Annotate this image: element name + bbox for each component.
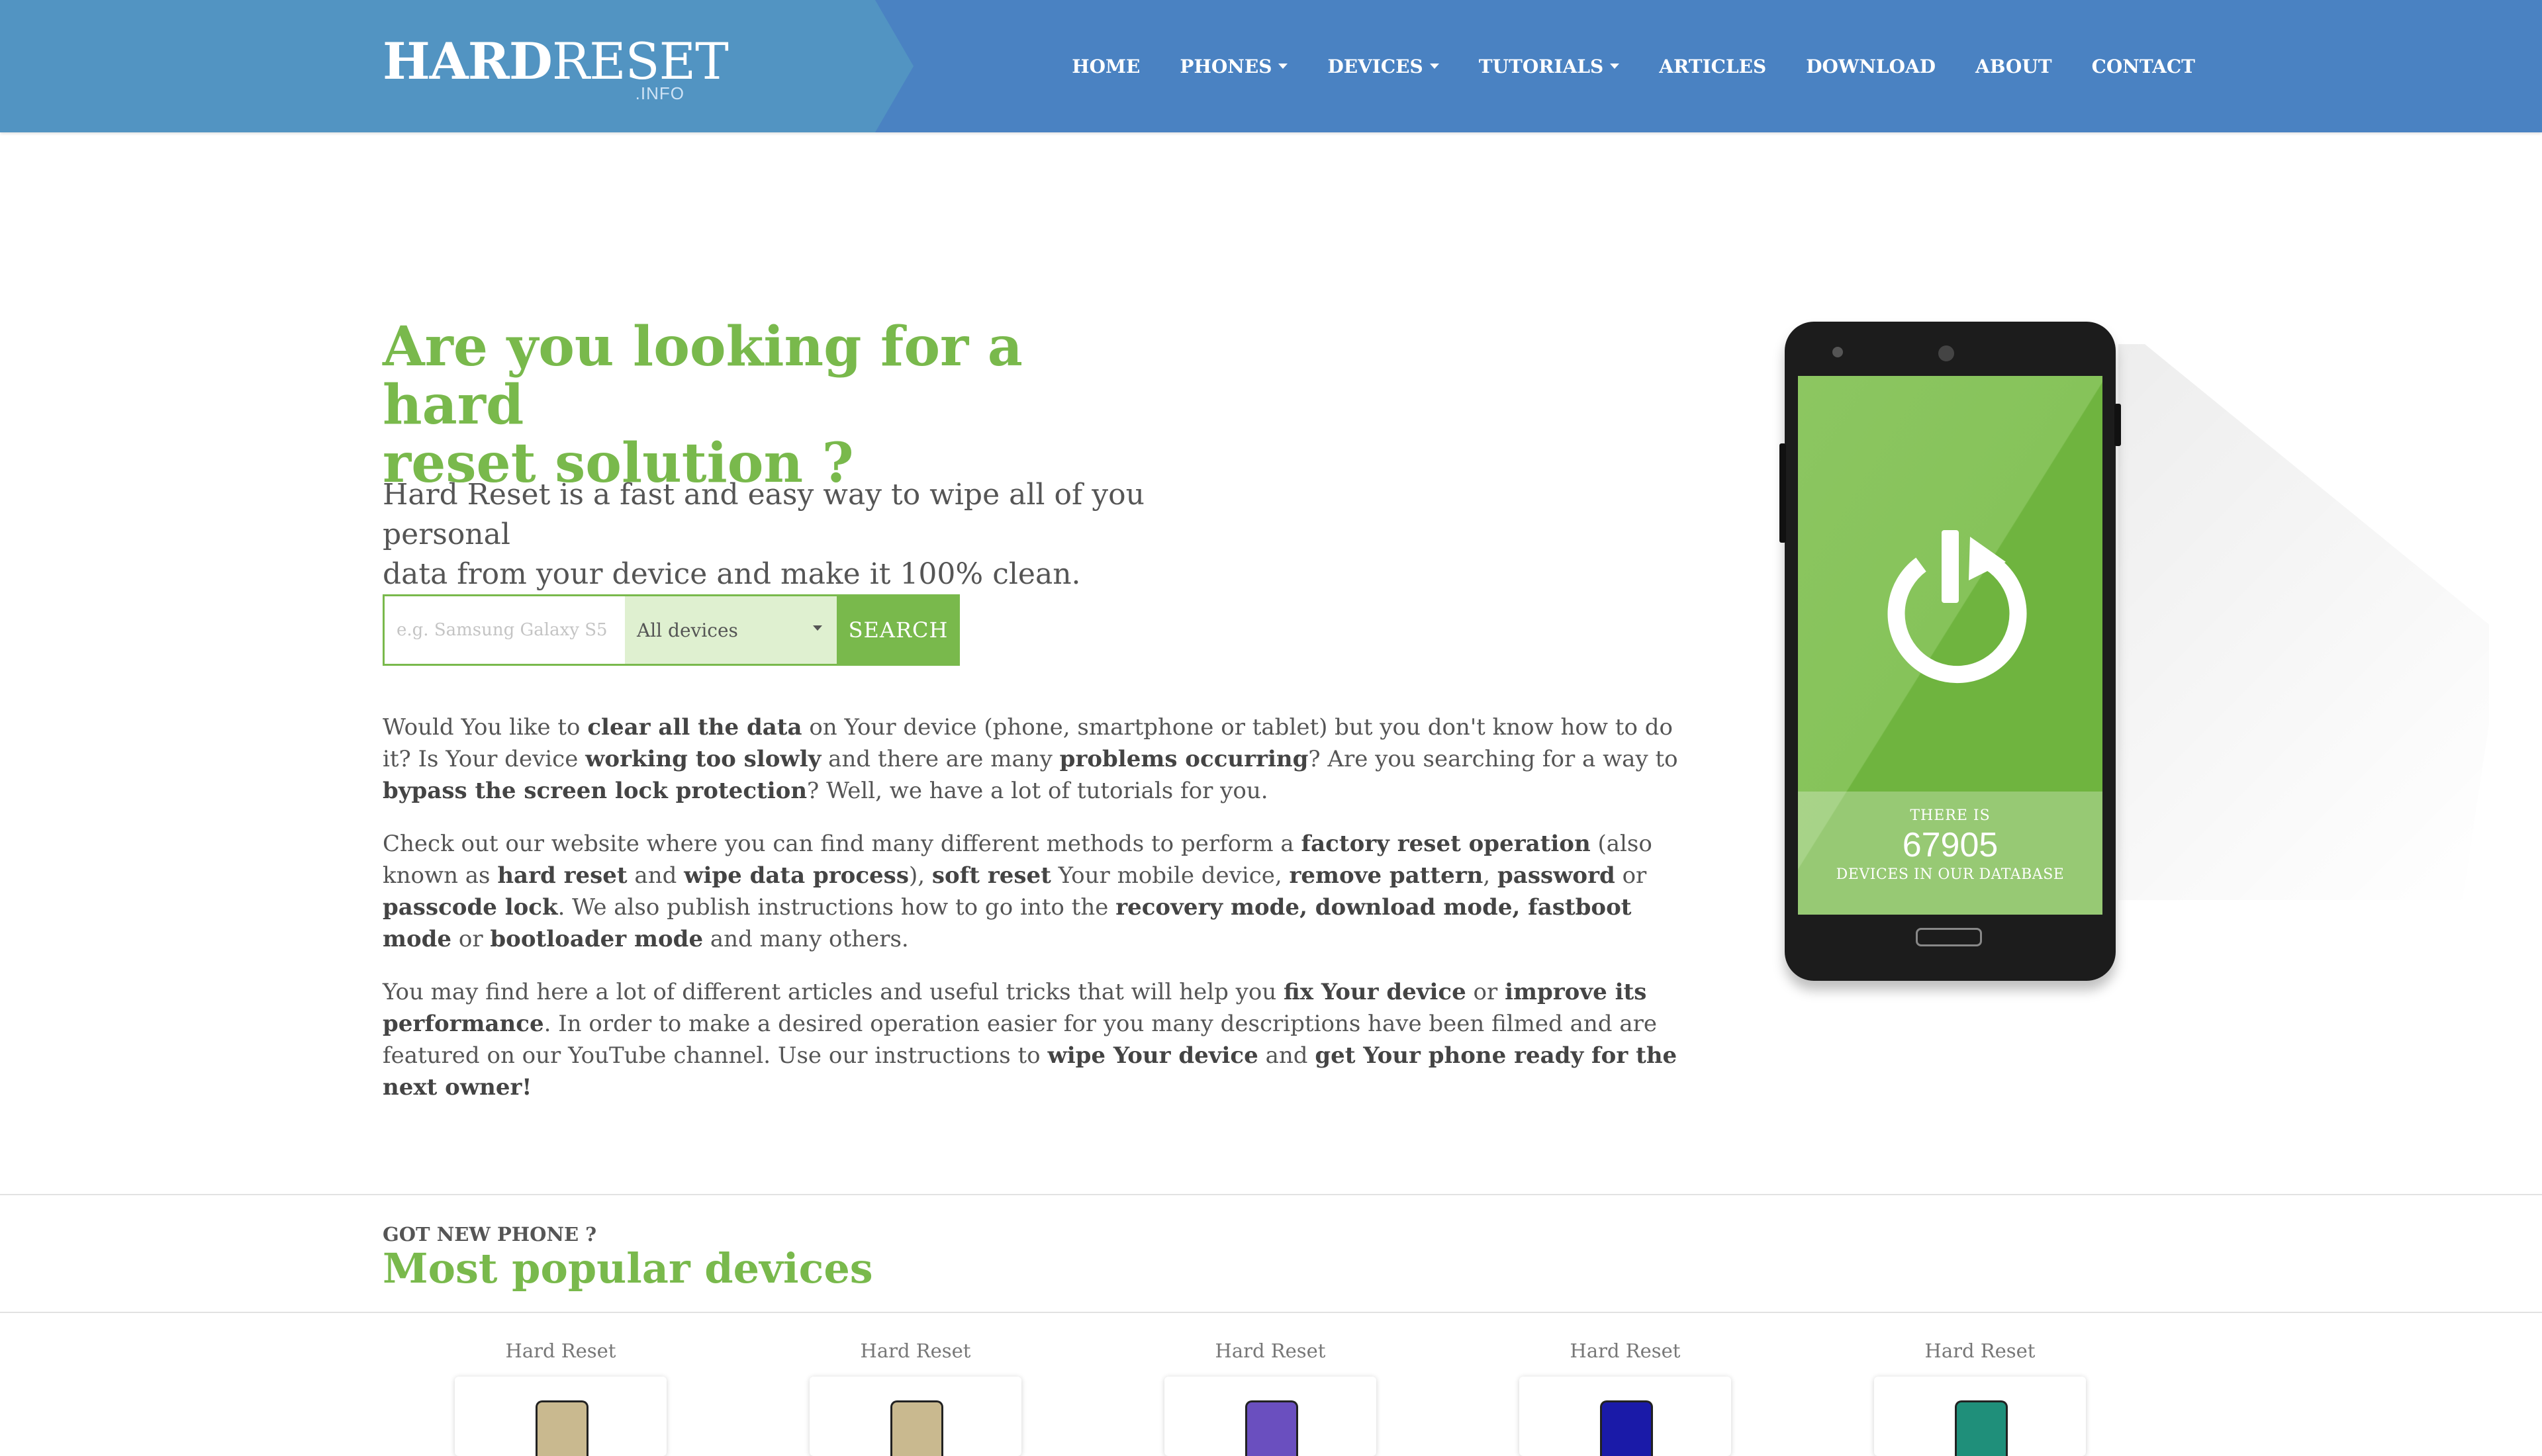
phone-sensor: [1832, 347, 1843, 357]
nav-phones[interactable]: PHONES: [1180, 56, 1288, 77]
counter-label-top: THERE IS: [1910, 807, 1991, 824]
device-label: Hard Reset: [1570, 1340, 1681, 1362]
popular-kicker: GOT NEW PHONE ?: [383, 1223, 597, 1246]
chevron-down-icon: [1429, 64, 1439, 69]
phone-home-button: [1916, 928, 1982, 946]
device-counter: THERE IS 67905 DEVICES IN OUR DATABASE: [1798, 792, 2102, 915]
popular-device-card[interactable]: Hard Reset: [806, 1340, 1025, 1456]
device-label: Hard Reset: [860, 1340, 971, 1362]
device-card[interactable]: [455, 1377, 667, 1456]
nav-about[interactable]: ABOUT: [1975, 56, 2052, 77]
device-card[interactable]: [1519, 1377, 1731, 1456]
logo-info-text: .INFO: [635, 83, 684, 103]
device-thumbnail: [1600, 1400, 1653, 1456]
device-card[interactable]: [810, 1377, 1021, 1456]
section-divider: [0, 1312, 2542, 1313]
phone-long-shadow: [2118, 344, 2489, 900]
intro-paragraph-3: You may find here a lot of different art…: [383, 979, 1677, 1101]
phone-side-button: [1779, 443, 1786, 543]
chevron-down-icon: [1278, 64, 1288, 69]
power-reset-icon: [1887, 530, 2027, 684]
nav-tutorials[interactable]: TUTORIALS: [1479, 56, 1620, 77]
popular-device-card[interactable]: Hard Reset: [1516, 1340, 1734, 1456]
main-nav: HOME PHONES DEVICES TUTORIALS ARTICLES D…: [1032, 0, 2195, 132]
logo-reset-text: RESET: [551, 32, 729, 91]
site-logo[interactable]: HARDRESET .INFO: [383, 32, 729, 111]
popular-device-card[interactable]: Hard Reset: [1871, 1340, 2089, 1456]
intro-paragraph-1: Would You like to clear all the data on …: [383, 714, 1678, 804]
device-type-select[interactable]: All devices: [625, 594, 837, 666]
device-label: Hard Reset: [1924, 1340, 2036, 1362]
device-thumbnail: [536, 1400, 588, 1456]
counter-label-bottom: DEVICES IN OUR DATABASE: [1836, 866, 2065, 883]
popular-device-card[interactable]: Hard Reset: [1161, 1340, 1380, 1456]
device-search-form: All devices SEARCH: [383, 594, 960, 666]
hero-title: Are you looking for a hard reset solutio…: [383, 315, 1023, 495]
device-card[interactable]: [1874, 1377, 2086, 1456]
device-thumbnail: [1955, 1400, 2008, 1456]
device-thumbnail: [1245, 1400, 1298, 1456]
top-navbar: HARDRESET .INFO HOME PHONES DEVICES TUTO…: [0, 0, 2542, 132]
device-thumbnail: [890, 1400, 943, 1456]
device-label: Hard Reset: [1215, 1340, 1326, 1362]
device-label: Hard Reset: [505, 1340, 616, 1362]
hero-subtitle: Hard Reset is a fast and easy way to wip…: [383, 478, 1145, 591]
device-search-input[interactable]: [383, 594, 625, 666]
nav-devices[interactable]: DEVICES: [1327, 56, 1439, 77]
phone-camera: [1938, 345, 1954, 361]
popular-device-card[interactable]: Hard Reset: [451, 1340, 670, 1456]
logo-hard-text: HARD: [383, 32, 553, 91]
search-button[interactable]: SEARCH: [837, 594, 960, 666]
phone-side-button: [2114, 404, 2121, 446]
nav-articles[interactable]: ARTICLES: [1659, 56, 1766, 77]
nav-contact[interactable]: CONTACT: [2092, 56, 2195, 77]
chevron-down-icon: [813, 625, 822, 631]
device-card[interactable]: [1164, 1377, 1376, 1456]
intro-paragraph-2: Check out our website where you can find…: [383, 831, 1652, 952]
popular-title: Most popular devices: [383, 1244, 873, 1293]
section-divider: [0, 1194, 2542, 1195]
phone-illustration: THERE IS 67905 DEVICES IN OUR DATABASE: [1779, 322, 2121, 981]
intro-text: Would You like to clear all the data on …: [383, 711, 1707, 1124]
counter-number: 67905: [1902, 826, 1999, 864]
nav-download[interactable]: DOWNLOAD: [1806, 56, 1936, 77]
chevron-down-icon: [1610, 64, 1620, 69]
phone-screen: THERE IS 67905 DEVICES IN OUR DATABASE: [1798, 376, 2102, 915]
nav-home[interactable]: HOME: [1072, 56, 1140, 77]
